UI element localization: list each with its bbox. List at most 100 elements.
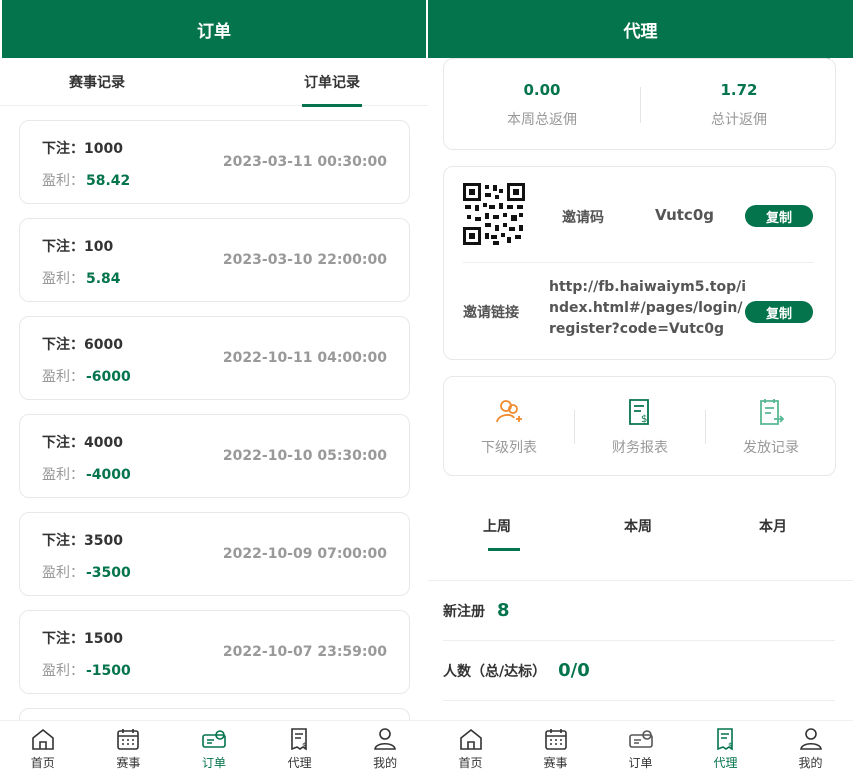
order-card[interactable]: 下注：4000 盈利： -4000 2022-10-10 05:30:00 [19, 414, 410, 498]
divider [463, 262, 814, 263]
copy-link-button[interactable]: 复制 [745, 301, 813, 323]
agent-screen: 代理 0.00 本周总返佣 1.72 总计返佣 邀请码 Vutc0g 复制 邀请… [428, 0, 853, 776]
stat-label: 本周总返佣 [507, 112, 577, 128]
invite-code-label: 邀请码 [562, 210, 604, 226]
nav-label: 我的 [373, 756, 398, 770]
order-time: 2022-10-07 23:59:00 [222, 644, 387, 660]
orders-screen: 订单 赛事记录 订单记录 下注：1000 盈利： 58.42 2023-03-11… [0, 0, 428, 776]
calendar-icon [117, 729, 140, 750]
user-icon [799, 728, 822, 750]
ticket-icon [628, 730, 653, 748]
order-time: 2023-03-11 00:30:00 [222, 154, 387, 170]
nav-label: 首页 [30, 756, 55, 770]
nav-home[interactable]: 首页 [428, 721, 513, 776]
copy-code-button[interactable]: 复制 [745, 205, 813, 227]
nav-matches[interactable]: 赛事 [86, 721, 172, 776]
svg-text:$: $ [641, 414, 647, 425]
bet-amount: 下注：100 [42, 239, 114, 255]
metric-value: 0/0 [558, 660, 590, 681]
order-time: 2023-03-10 22:00:00 [222, 252, 387, 268]
nav-orders[interactable]: 订单 [171, 721, 257, 776]
profit-amount: 盈利： -4000 [42, 467, 131, 483]
nav-label: 代理 [713, 756, 738, 770]
nav-orders[interactable]: 订单 [598, 721, 683, 776]
tools-card: 下级列表 $ 财务报表 发放记录 [443, 376, 836, 476]
tab-label: 本月 [759, 519, 787, 535]
tab-label: 订单记录 [304, 75, 360, 91]
profit-amount: 盈利： -3500 [42, 565, 131, 581]
nav-home[interactable]: 首页 [0, 721, 86, 776]
svg-text:$: $ [728, 741, 733, 750]
metric-label: 新注册 [443, 603, 485, 620]
weekly-commission: 0.00 本周总返佣 [444, 59, 640, 129]
bet-amount: 下注：1500 [42, 631, 123, 647]
finance-report-button[interactable]: $ 财务报表 [575, 377, 705, 477]
member-count-row: 人数（总/达标） 0/0 [443, 641, 835, 701]
tab-order-records[interactable]: 订单记录 [302, 58, 362, 107]
page-title: 代理 [623, 21, 658, 42]
finance-report-icon: $ [629, 399, 649, 425]
tool-label: 发放记录 [743, 440, 799, 456]
tab-label: 本周 [624, 519, 652, 535]
order-time: 2022-10-11 04:00:00 [222, 350, 387, 366]
tab-match-records[interactable]: 赛事记录 [62, 58, 132, 106]
nav-profile[interactable]: 我的 [342, 721, 428, 776]
payout-record-button[interactable]: 发放记录 [706, 377, 836, 477]
record-tabs: 赛事记录 订单记录 [0, 58, 428, 107]
nav-label: 赛事 [116, 756, 141, 770]
tab-label: 上周 [483, 519, 511, 535]
metric-value: 8 [497, 600, 510, 621]
bet-amount: 下注：4000 [42, 435, 123, 451]
order-time: 2022-10-09 07:00:00 [222, 546, 387, 562]
ticket-icon [202, 730, 226, 748]
nav-agent[interactable]: $ 代理 [257, 721, 343, 776]
invite-link-label: 邀请链接 [463, 305, 519, 321]
nav-profile[interactable]: 我的 [768, 721, 853, 776]
calendar-icon [544, 729, 567, 750]
agent-header: 代理 [428, 0, 853, 58]
bet-amount: 下注：1000 [42, 141, 123, 157]
invite-link[interactable]: http://fb.haiwaiym5.top/index.html#/page… [549, 277, 749, 340]
order-card[interactable]: 下注：100 盈利： 5.84 2023-03-10 22:00:00 [19, 218, 410, 302]
tab-this-week[interactable]: 本周 [618, 500, 658, 552]
nav-label: 订单 [628, 756, 653, 770]
qr-code-icon [463, 183, 525, 245]
receipt-icon: $ [716, 728, 733, 751]
profit-amount: 盈利： -1500 [42, 663, 131, 679]
active-period-indicator [488, 548, 520, 551]
order-time: 2022-10-10 05:30:00 [222, 448, 387, 464]
nav-label: 订单 [201, 756, 226, 770]
nav-label: 代理 [287, 756, 312, 770]
active-tab-indicator [302, 104, 362, 107]
metric-label: 人数（总/达标） [443, 663, 547, 680]
tab-this-month[interactable]: 本月 [753, 500, 793, 552]
nav-label: 赛事 [543, 756, 568, 770]
bottom-nav: 首页 赛事 订单 $ 代理 我的 [428, 720, 853, 776]
invite-card: 邀请码 Vutc0g 复制 邀请链接 http://fb.haiwaiym5.t… [443, 166, 836, 360]
profit-amount: 盈利： 58.42 [42, 173, 131, 189]
tool-label: 财务报表 [612, 440, 668, 456]
order-card[interactable]: 下注：3500 盈利： -3500 2022-10-09 07:00:00 [19, 512, 410, 596]
order-card[interactable]: 下注：6000 盈利： -6000 2022-10-11 04:00:00 [19, 316, 410, 400]
bet-amount: 下注：6000 [42, 337, 123, 353]
new-registrations-row: 新注册 8 [443, 581, 835, 641]
order-card[interactable]: 下注：1500 盈利： -1500 2022-10-07 23:59:00 [19, 610, 410, 694]
tool-label: 下级列表 [481, 440, 537, 456]
bottom-nav: 首页 赛事 订单 $ 代理 我的 [0, 720, 428, 776]
team-add-icon [496, 400, 522, 423]
order-card[interactable]: 下注：1000 盈利： 58.42 2023-03-11 00:30:00 [19, 120, 410, 204]
profit-amount: 盈利： -6000 [42, 369, 131, 385]
nav-label: 我的 [798, 756, 823, 770]
orders-header: 订单 [2, 0, 426, 58]
tab-last-week[interactable]: 上周 [483, 500, 511, 552]
nav-matches[interactable]: 赛事 [513, 721, 598, 776]
stat-label: 总计返佣 [711, 112, 767, 128]
nav-agent[interactable]: $ 代理 [683, 721, 768, 776]
invite-code: Vutc0g [655, 206, 714, 224]
home-icon [459, 728, 482, 750]
receipt-icon: $ [290, 728, 307, 751]
nav-label: 首页 [458, 756, 483, 770]
total-commission: 1.72 总计返佣 [641, 59, 837, 129]
subordinate-list-button[interactable]: 下级列表 [444, 377, 574, 477]
svg-text:$: $ [302, 741, 307, 750]
